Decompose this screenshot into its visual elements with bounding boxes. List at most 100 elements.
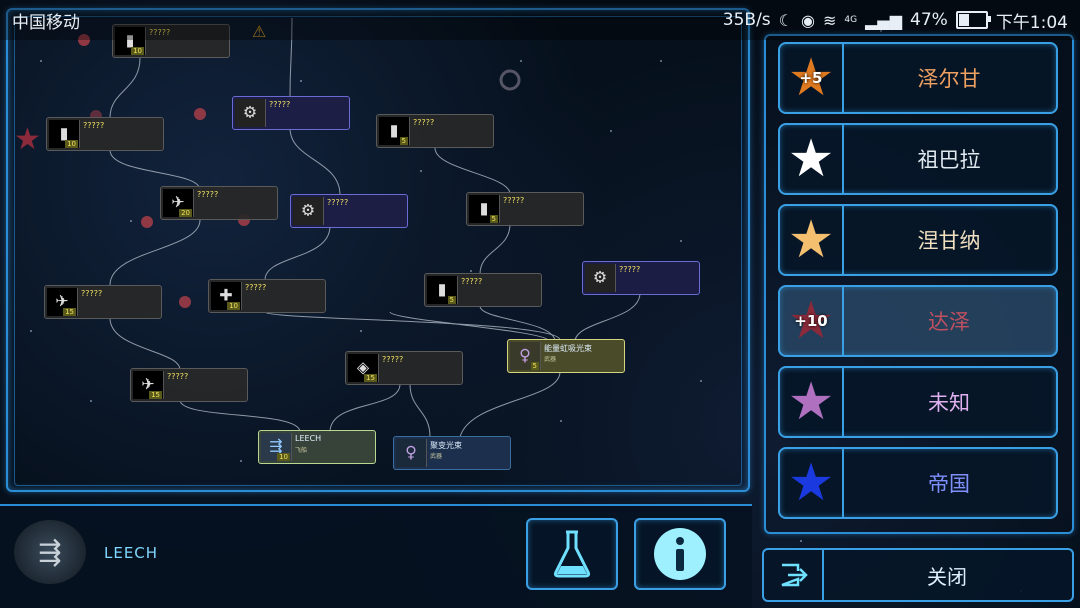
planet-marker bbox=[179, 296, 191, 308]
ship-icon: ⇶ bbox=[38, 535, 62, 569]
star-icon: ★ bbox=[787, 372, 835, 432]
signal-icon: ▂▄▆ bbox=[865, 10, 903, 30]
star-icon: ★ bbox=[787, 210, 835, 270]
planet-marker bbox=[194, 108, 206, 120]
tech-name: ????? bbox=[461, 277, 483, 286]
info-icon bbox=[654, 528, 706, 580]
tech-thumb: ▮ 5 bbox=[379, 117, 410, 145]
tech-thumb: ✈ 15 bbox=[47, 288, 78, 316]
faction-empire[interactable]: ★ 帝国 bbox=[778, 447, 1058, 519]
tech-type: 武器 bbox=[544, 356, 557, 363]
faction-name: 未知 bbox=[928, 391, 970, 415]
reputation-badge: +5 bbox=[799, 69, 823, 87]
clock: 下午1:04 bbox=[995, 12, 1068, 33]
tech-name: ????? bbox=[83, 121, 105, 130]
faction-unknown[interactable]: ★ 未知 bbox=[778, 366, 1058, 438]
tech-thumb: ✚ 10 bbox=[211, 282, 242, 310]
close-button[interactable]: 关闭 bbox=[762, 548, 1074, 602]
tech-name: ????? bbox=[413, 118, 435, 127]
tech-node[interactable]: ▮ 5 ????? bbox=[466, 192, 584, 226]
faction-name: 泽尔甘 bbox=[917, 67, 981, 91]
tech-thumb: ♀ 5 bbox=[510, 342, 541, 370]
faction-neganna[interactable]: ★ 涅甘纳 bbox=[778, 204, 1058, 276]
tech-name: ????? bbox=[619, 265, 641, 274]
tech-thumb: ▮ 10 bbox=[49, 120, 80, 148]
tech-name: ????? bbox=[245, 283, 267, 292]
tech-node[interactable]: ✈ 20 ????? bbox=[160, 186, 278, 220]
tech-name: ????? bbox=[269, 100, 291, 109]
tech-name: 聚变光束 bbox=[430, 441, 462, 450]
ship-avatar: ⇶ bbox=[14, 520, 86, 584]
tech-node[interactable]: ⚙ ????? bbox=[582, 261, 700, 295]
tech-name: 能量虹吸光束 bbox=[544, 344, 592, 353]
moon-icon: ☾ bbox=[778, 10, 794, 30]
beam-weapon-icon: ♀ bbox=[519, 345, 531, 365]
tech-node[interactable]: ⚙ ????? bbox=[232, 96, 350, 130]
tech-name: ????? bbox=[503, 196, 525, 205]
module-icon: ⚙ bbox=[300, 200, 316, 220]
tech-node-energy-siphon[interactable]: ♀ 5 能量虹吸光束 武器 bbox=[507, 339, 625, 373]
network-speed: 35B/s bbox=[722, 10, 771, 30]
tech-thumb: ⚙ bbox=[235, 99, 266, 127]
tech-name: ????? bbox=[327, 198, 349, 207]
tech-name: ????? bbox=[197, 190, 219, 199]
faction-star-marker: ★ bbox=[14, 122, 41, 157]
module-icon: ⚙ bbox=[592, 267, 608, 287]
exit-icon bbox=[781, 563, 808, 587]
tech-node-leech[interactable]: ⇶ 10 LEECH 飞船 bbox=[258, 430, 376, 464]
faction-name: 祖巴拉 bbox=[917, 148, 981, 172]
planet-marker bbox=[141, 216, 153, 228]
tech-node[interactable]: ▮ 5 ????? bbox=[376, 114, 494, 148]
tech-thumb: ⚙ bbox=[293, 197, 324, 225]
reputation-badge: +10 bbox=[794, 312, 828, 330]
tech-node[interactable]: ▮ 5 ????? bbox=[424, 273, 542, 307]
faction-name: 达泽 bbox=[928, 310, 970, 334]
flask-icon bbox=[553, 530, 591, 578]
tech-thumb: ♀ bbox=[396, 439, 427, 467]
network-type: 4G bbox=[844, 15, 858, 25]
tech-name: ????? bbox=[382, 355, 404, 364]
unknown-icon: ▮ bbox=[389, 120, 399, 140]
tech-node[interactable]: ▮ 10 ????? bbox=[46, 117, 164, 151]
tech-name: ????? bbox=[167, 372, 189, 381]
unknown-icon: ▮ bbox=[437, 279, 447, 299]
tech-thumb: ⚙ bbox=[585, 264, 616, 292]
status-bar: 中国移动 35B/s ☾ ◉ ≋ 4G ▂▄▆ 47% 下午1:04 bbox=[0, 0, 1080, 40]
faction-zubala[interactable]: ★ 祖巴拉 bbox=[778, 123, 1058, 195]
unknown-icon: ▮ bbox=[479, 198, 489, 218]
tech-type: 飞船 bbox=[295, 447, 308, 454]
faction-daze[interactable]: ★ +10 达泽 bbox=[778, 285, 1058, 357]
tech-node[interactable]: ✈ 15 ????? bbox=[44, 285, 162, 319]
faction-name: 涅甘纳 bbox=[917, 229, 981, 253]
tech-thumb: ✈ 20 bbox=[163, 189, 194, 217]
close-label: 关闭 bbox=[927, 564, 967, 589]
beam-weapon-icon: ♀ bbox=[405, 442, 417, 462]
eye-icon: ◉ bbox=[801, 10, 815, 30]
tech-node[interactable]: ◈ 15 ????? bbox=[345, 351, 463, 385]
battery-percent: 47% bbox=[910, 10, 948, 30]
tech-thumb: ✈ 15 bbox=[133, 371, 164, 399]
tech-node-fusion-beam[interactable]: ♀ 聚变光束 武器 bbox=[393, 436, 511, 470]
tech-name: LEECH bbox=[295, 434, 322, 443]
tech-thumb: ◈ 15 bbox=[348, 354, 379, 382]
tech-name: ????? bbox=[81, 289, 103, 298]
module-icon: ⚙ bbox=[242, 102, 258, 122]
faction-name: 帝国 bbox=[928, 472, 970, 496]
wifi-icon: ≋ bbox=[822, 10, 837, 30]
tech-thumb: ⇶ 10 bbox=[261, 433, 292, 461]
battery-icon bbox=[955, 11, 991, 29]
tech-node[interactable]: ✈ 15 ????? bbox=[130, 368, 248, 402]
tech-type: 武器 bbox=[430, 453, 443, 460]
star-icon: ★ bbox=[787, 129, 835, 189]
info-button[interactable] bbox=[634, 518, 726, 590]
tech-node[interactable]: ✚ 10 ????? bbox=[208, 279, 326, 313]
star-icon: ★ bbox=[787, 453, 835, 513]
tech-tree-panel[interactable] bbox=[14, 16, 742, 486]
carrier-name: 中国移动 bbox=[12, 12, 80, 33]
research-button[interactable] bbox=[526, 518, 618, 590]
tech-thumb: ▮ 5 bbox=[469, 195, 500, 223]
selected-ship-name: LEECH bbox=[104, 544, 159, 562]
faction-zelgan[interactable]: ★ +5 泽尔甘 bbox=[778, 42, 1058, 114]
tech-thumb: ▮ 5 bbox=[427, 276, 458, 304]
tech-node[interactable]: ⚙ ????? bbox=[290, 194, 408, 228]
